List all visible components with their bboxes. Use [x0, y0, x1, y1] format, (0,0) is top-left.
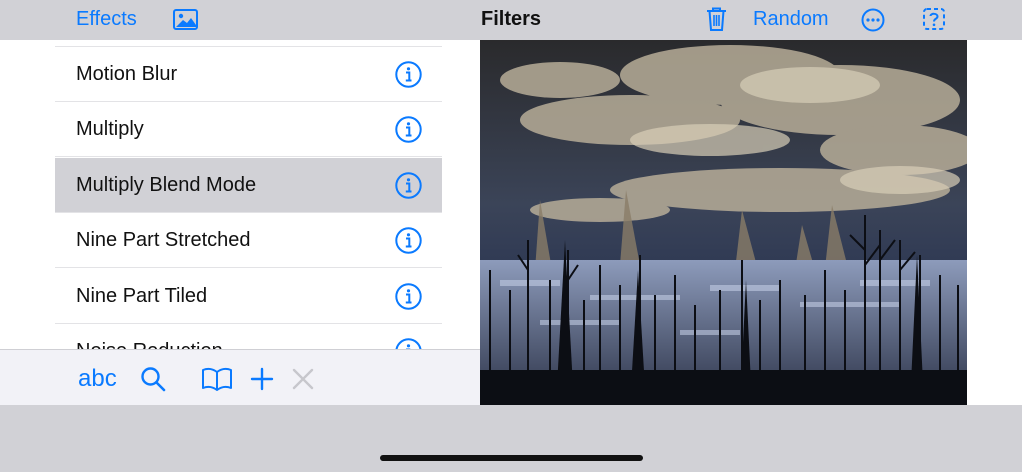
list-item[interactable]: Nine Part Stretched [55, 213, 442, 268]
bottom-bar [0, 405, 1022, 472]
random-button[interactable]: Random [753, 7, 829, 31]
filtered-photo-preview [480, 40, 967, 405]
plus-icon[interactable] [250, 367, 274, 391]
ellipsis-circle-icon[interactable] [861, 8, 885, 32]
info-icon[interactable] [395, 61, 422, 88]
landscape-photo [480, 40, 967, 405]
info-icon[interactable] [395, 227, 422, 254]
navigation-bar: Effects Filters Random [0, 0, 1022, 40]
filter-label: Nine Part Tiled [76, 285, 208, 307]
filter-label: Multiply Blend Mode [76, 174, 257, 196]
info-icon[interactable] [395, 116, 422, 143]
search-icon[interactable] [140, 366, 166, 392]
list-item[interactable]: Multiply [55, 102, 442, 157]
filter-list[interactable]: Motion Blur Multiply Multiply Blend Mode… [55, 40, 442, 367]
home-indicator[interactable] [380, 455, 643, 461]
question-square-icon[interactable] [923, 8, 945, 30]
close-icon [292, 368, 314, 390]
trash-icon[interactable] [706, 7, 727, 32]
filter-label: Motion Blur [76, 63, 178, 85]
filter-label: Nine Part Stretched [76, 229, 251, 251]
info-icon[interactable] [395, 172, 422, 199]
list-item[interactable]: Motion Blur [55, 47, 442, 102]
info-icon[interactable] [395, 283, 422, 310]
list-item[interactable]: Nine Part Tiled [55, 269, 442, 324]
abc-button[interactable]: abc [78, 365, 117, 393]
bottom-toolbar: abc [0, 349, 480, 405]
list-item-selected[interactable]: Multiply Blend Mode [55, 158, 442, 213]
list-item[interactable] [55, 40, 442, 47]
filter-label: Multiply [76, 118, 144, 140]
book-icon[interactable] [201, 367, 233, 391]
